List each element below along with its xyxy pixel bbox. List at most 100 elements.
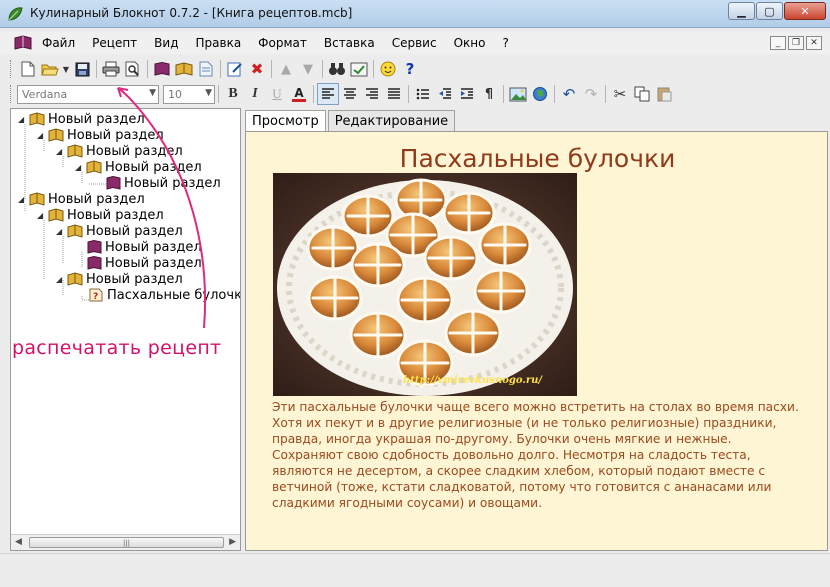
move-up-arrow-icon[interactable]: ▲ [275,58,297,80]
scroll-left-arrow-icon[interactable]: ◀ [15,537,22,547]
font-name-value: Verdana [22,87,68,101]
add-recipe-page-icon[interactable] [195,58,217,80]
book-closed-icon [87,256,102,270]
tree-node[interactable]: Новый раздел [86,255,202,271]
toolbar-separator [220,60,221,78]
scroll-right-arrow-icon[interactable]: ▶ [229,537,236,547]
print-preview-icon[interactable] [122,58,144,80]
insert-image-icon[interactable] [507,83,529,105]
underline-button[interactable]: U [266,83,288,105]
add-subsection-book-icon[interactable] [173,58,195,80]
indent-icon[interactable] [456,83,478,105]
new-document-icon[interactable] [17,58,39,80]
collapse-arrow-icon[interactable]: ◢ [37,211,46,220]
toolbar-separator [218,85,219,103]
print-icon[interactable] [100,58,122,80]
book-open-icon [67,224,83,238]
toolbar-separator [503,85,504,103]
book-open-icon [67,272,83,286]
tab-edit[interactable]: Редактирование [327,110,456,131]
horizontal-scrollbar[interactable]: ◀ ||| ▶ [11,534,240,550]
move-down-arrow-icon[interactable]: ▼ [297,58,319,80]
tree-node-selected[interactable]: ? Пасхальные булочки [88,287,240,303]
tree-node-label: Новый раздел [105,159,202,175]
collapse-arrow-icon[interactable]: ◢ [18,115,27,124]
image-check-icon[interactable] [348,58,370,80]
tree-node-label: Новый раздел [48,111,145,127]
menu-service[interactable]: Сервис [392,36,437,50]
toolbar-grip[interactable] [10,85,13,103]
collapse-arrow-icon[interactable]: ◢ [56,275,65,284]
open-folder-icon[interactable] [39,58,61,80]
font-color-swatch [292,98,306,102]
recipe-photo [273,173,577,396]
help-question-icon[interactable]: ? [399,58,421,80]
save-disk-icon[interactable] [71,58,93,80]
book-open-icon [48,128,64,142]
insert-link-globe-icon[interactable] [529,83,551,105]
collapse-arrow-icon[interactable]: ◢ [37,131,46,140]
align-right-icon[interactable] [361,83,383,105]
align-justify-icon[interactable] [383,83,405,105]
align-center-icon[interactable] [339,83,361,105]
delete-icon[interactable]: ✖ [246,58,268,80]
tree-node-label: Новый раздел [67,207,164,223]
menu-help[interactable]: ? [502,36,508,50]
tree-node[interactable]: ◢ Новый раздел [37,207,164,223]
tree-node[interactable]: ◢ Новый раздел [18,191,145,207]
minimize-button[interactable]: ▁ [728,2,755,20]
collapse-arrow-icon[interactable]: ◢ [75,163,84,172]
menu-format[interactable]: Формат [258,36,307,50]
edit-note-icon[interactable] [224,58,246,80]
align-left-icon[interactable] [317,83,339,105]
copy-icon[interactable] [631,83,653,105]
menu-view[interactable]: Вид [154,36,178,50]
mdi-minimize-button[interactable]: _ [770,36,786,50]
status-bar [0,553,830,587]
add-section-book-icon[interactable] [151,58,173,80]
paste-icon[interactable] [653,83,675,105]
recipe-tree[interactable]: ◢ Новый раздел ◢ Новый раздел ◢ Новый ра… [10,108,241,551]
tree-node[interactable]: ◢ Новый раздел [56,271,183,287]
collapse-arrow-icon[interactable]: ◢ [56,227,65,236]
menu-insert[interactable]: Вставка [324,36,375,50]
tree-node-label: Новый раздел [86,271,183,287]
mdi-close-button[interactable]: ✕ [806,36,822,50]
collapse-arrow-icon[interactable]: ◢ [56,147,65,156]
tree-node[interactable]: Новый раздел [105,175,221,191]
toolbar-grip[interactable] [10,60,13,78]
smiley-hint-icon[interactable] [377,58,399,80]
bullet-list-icon[interactable] [412,83,434,105]
scroll-thumb[interactable]: ||| [29,537,224,548]
document-book-icon[interactable] [14,35,32,50]
italic-button[interactable]: I [244,83,266,105]
font-color-button[interactable]: A [288,83,310,105]
outdent-icon[interactable] [434,83,456,105]
maximize-button[interactable]: ▢ [756,2,783,20]
tree-node[interactable]: ◢ Новый раздел [37,127,164,143]
undo-icon[interactable]: ↶ [558,83,580,105]
find-binoculars-icon[interactable] [326,58,348,80]
menu-file[interactable]: Файл [42,36,75,50]
open-dropdown-arrow-icon[interactable]: ▼ [61,58,71,80]
close-button[interactable]: ✕ [784,2,826,20]
menu-window[interactable]: Окно [454,36,486,50]
tree-node[interactable]: ◢ Новый раздел [75,159,202,175]
tree-node[interactable]: Новый раздел [86,239,202,255]
book-closed-icon [106,176,121,190]
cut-scissors-icon[interactable]: ✂ [609,83,631,105]
font-name-select[interactable]: Verdana ▼ [17,84,159,104]
mdi-restore-button[interactable]: ❐ [788,36,804,50]
bold-button[interactable]: B [222,83,244,105]
paragraph-icon[interactable]: ¶ [478,83,500,105]
tree-node-label: Новый раздел [86,143,183,159]
menu-recipe[interactable]: Рецепт [92,36,137,50]
tab-preview[interactable]: Просмотр [245,110,326,132]
redo-icon[interactable]: ↷ [580,83,602,105]
menu-edit[interactable]: Правка [196,36,242,50]
font-size-select[interactable]: 10 ▼ [163,84,215,104]
tree-node[interactable]: ◢ Новый раздел [18,111,145,127]
tree-node[interactable]: ◢ Новый раздел [56,143,183,159]
collapse-arrow-icon[interactable]: ◢ [18,195,27,204]
tree-node[interactable]: ◢ Новый раздел [56,223,183,239]
